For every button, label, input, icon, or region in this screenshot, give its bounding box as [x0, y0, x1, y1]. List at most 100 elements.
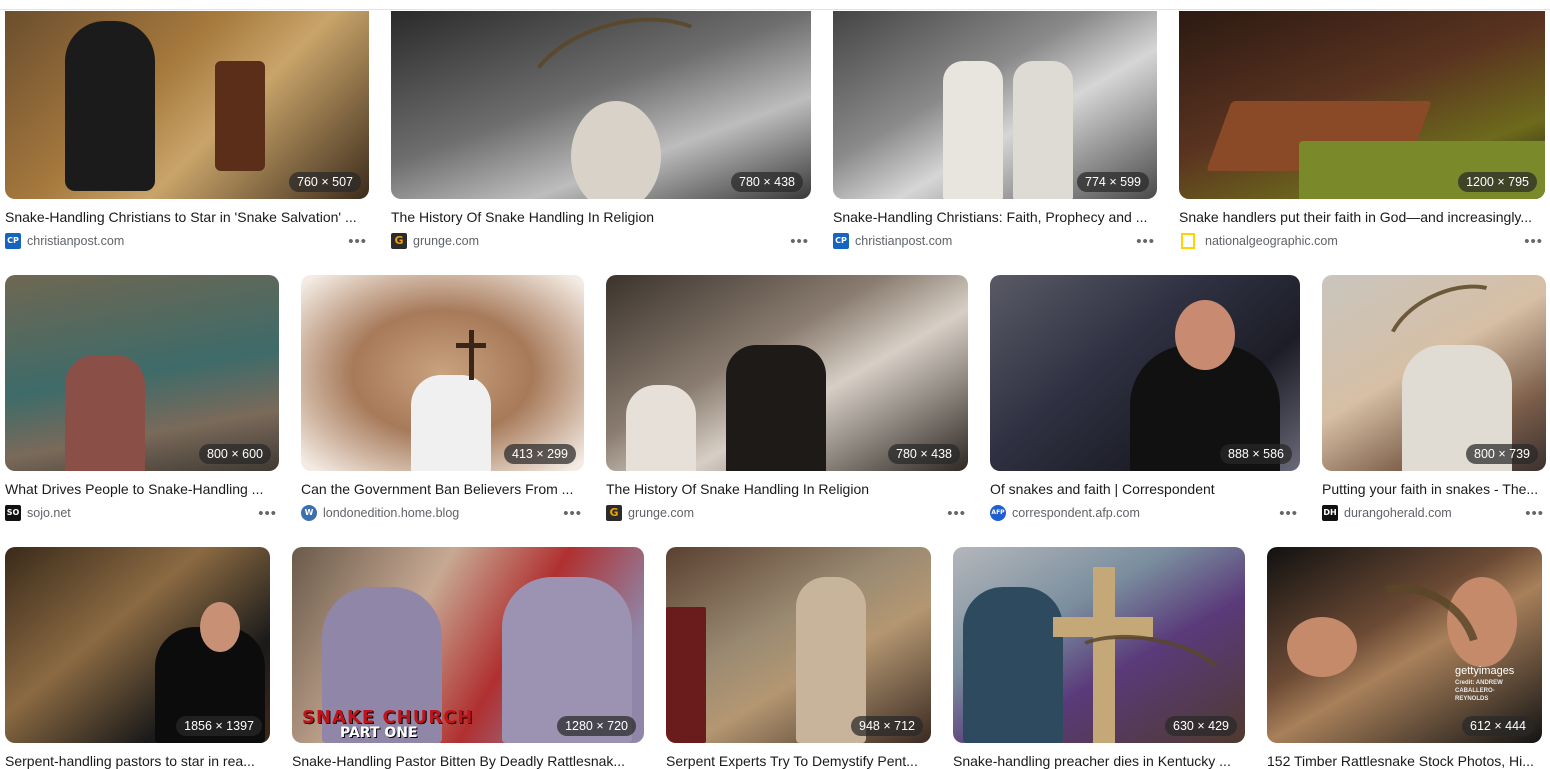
result-title[interactable]: Snake-handling preacher dies in Kentucky…	[953, 753, 1245, 769]
result-thumbnail[interactable]: 800 × 739	[1322, 275, 1546, 471]
result-thumbnail[interactable]: SNAKE CHURCH PART ONE 1280 × 720	[292, 547, 644, 743]
result-source[interactable]: CP christianpost.com	[833, 233, 952, 249]
more-options-icon[interactable]: •••	[563, 506, 582, 521]
image-dimensions: 1856 × 1397	[176, 716, 262, 736]
result-source[interactable]: SO sojo.net	[5, 505, 71, 521]
source-favicon: CP	[5, 233, 21, 249]
result-title[interactable]: The History Of Snake Handling In Religio…	[391, 209, 811, 225]
source-domain: correspondent.afp.com	[1012, 506, 1140, 520]
result-thumbnail[interactable]: 888 × 586	[990, 275, 1300, 471]
result-title[interactable]: Serpent-handling pastors to star in rea.…	[5, 753, 270, 769]
result-card[interactable]: 780 × 438 The History Of Snake Handling …	[606, 275, 968, 523]
result-thumbnail[interactable]: 774 × 599	[833, 11, 1157, 199]
photo-snake	[507, 11, 743, 174]
result-card[interactable]: 774 × 599 Snake-Handling Christians: Fai…	[833, 11, 1157, 251]
photo-figure	[215, 61, 265, 171]
image-dimensions: 780 × 438	[731, 172, 803, 192]
result-card[interactable]: gettyimages Credit: ANDREW CABALLERO-REY…	[1267, 547, 1542, 769]
result-source[interactable]: G grunge.com	[391, 233, 479, 249]
image-dimensions: 888 × 586	[1220, 444, 1292, 464]
result-thumbnail[interactable]: 780 × 438	[391, 11, 811, 199]
photo-face	[1175, 300, 1235, 370]
photo-cross	[1053, 617, 1153, 637]
photo-pulpit	[666, 607, 706, 743]
result-thumbnail[interactable]: 1856 × 1397	[5, 547, 270, 743]
photo-credit-watermark: Credit: ANDREW CABALLERO-REYNOLDS	[1455, 680, 1503, 702]
result-card[interactable]: SNAKE CHURCH PART ONE 1280 × 720 Snake-H…	[292, 547, 644, 769]
result-title[interactable]: Snake-Handling Christians to Star in 'Sn…	[5, 209, 369, 225]
result-card[interactable]: 888 × 586 Of snakes and faith | Correspo…	[990, 275, 1300, 523]
image-dimensions: 780 × 438	[888, 444, 960, 464]
result-title[interactable]: What Drives People to Snake-Handling ...	[5, 481, 279, 497]
more-options-icon[interactable]: •••	[1279, 506, 1298, 521]
result-thumbnail[interactable]: 948 × 712	[666, 547, 931, 743]
result-source[interactable]: G grunge.com	[606, 505, 694, 521]
result-thumbnail[interactable]: gettyimages Credit: ANDREW CABALLERO-REY…	[1267, 547, 1542, 743]
photo-figure	[726, 345, 826, 471]
result-card[interactable]: 800 × 600 What Drives People to Snake-Ha…	[5, 275, 279, 523]
photo-figure	[65, 21, 155, 191]
top-divider	[0, 9, 1550, 10]
source-domain: londonedition.home.blog	[323, 506, 460, 520]
more-options-icon[interactable]: •••	[1525, 506, 1544, 521]
photo-figure	[65, 355, 145, 471]
source-favicon: G	[606, 505, 622, 521]
image-dimensions: 800 × 600	[199, 444, 271, 464]
source-favicon: AFP	[990, 505, 1006, 521]
result-card[interactable]: 948 × 712 Serpent Experts Try To Demysti…	[666, 547, 931, 769]
result-card[interactable]: 1856 × 1397 Serpent-handling pastors to …	[5, 547, 270, 769]
result-source[interactable]: CP christianpost.com	[5, 233, 124, 249]
result-title[interactable]: Putting your faith in snakes - The...	[1322, 481, 1546, 497]
result-thumbnail[interactable]: 413 × 299	[301, 275, 584, 471]
photo-figure	[626, 385, 696, 471]
more-options-icon[interactable]: •••	[1524, 234, 1543, 249]
result-thumbnail[interactable]: 760 × 507	[5, 11, 369, 199]
source-domain: sojo.net	[27, 506, 71, 520]
result-card[interactable]: 800 × 739 Putting your faith in snakes -…	[1322, 275, 1546, 523]
source-favicon: CP	[833, 233, 849, 249]
result-thumbnail[interactable]: 800 × 600	[5, 275, 279, 471]
source-domain: nationalgeographic.com	[1205, 234, 1338, 248]
result-card[interactable]: 413 × 299 Can the Government Ban Believe…	[301, 275, 584, 523]
more-options-icon[interactable]: •••	[258, 506, 277, 521]
result-source[interactable]: DH durangoherald.com	[1322, 505, 1452, 521]
result-source[interactable]: nationalgeographic.com	[1179, 233, 1338, 249]
result-title[interactable]: Can the Government Ban Believers From ..…	[301, 481, 584, 497]
result-thumbnail[interactable]: 1200 × 795	[1179, 11, 1545, 199]
result-title[interactable]: Snake-Handling Christians: Faith, Prophe…	[833, 209, 1157, 225]
photo-cross	[456, 343, 486, 348]
result-title[interactable]: The History Of Snake Handling In Religio…	[606, 481, 968, 497]
result-thumbnail[interactable]: 630 × 429	[953, 547, 1245, 743]
result-card[interactable]: 780 × 438 The History Of Snake Handling …	[391, 11, 811, 251]
result-title[interactable]: 152 Timber Rattlesnake Stock Photos, Hi.…	[1267, 753, 1542, 769]
image-dimensions: 413 × 299	[504, 444, 576, 464]
more-options-icon[interactable]: •••	[947, 506, 966, 521]
result-card[interactable]: 630 × 429 Snake-handling preacher dies i…	[953, 547, 1245, 769]
source-domain: christianpost.com	[27, 234, 125, 248]
image-dimensions: 800 × 739	[1466, 444, 1538, 464]
more-options-icon[interactable]: •••	[1136, 234, 1155, 249]
result-title[interactable]: Snake-Handling Pastor Bitten By Deadly R…	[292, 753, 644, 769]
result-card[interactable]: 1200 × 795 Snake handlers put their fait…	[1179, 11, 1545, 251]
photo-figure	[1013, 61, 1073, 199]
source-domain: christianpost.com	[855, 234, 953, 248]
result-source[interactable]: AFP correspondent.afp.com	[990, 505, 1140, 521]
result-thumbnail[interactable]: 780 × 438	[606, 275, 968, 471]
image-dimensions: 1280 × 720	[557, 716, 636, 736]
image-dimensions: 612 × 444	[1462, 716, 1534, 736]
result-title[interactable]: Of snakes and faith | Correspondent	[990, 481, 1300, 497]
source-favicon: W	[301, 505, 317, 521]
photo-figure	[411, 375, 491, 471]
photo-cross	[469, 330, 474, 380]
more-options-icon[interactable]: •••	[790, 234, 809, 249]
photo-figure	[943, 61, 1003, 199]
result-title[interactable]: Serpent Experts Try To Demystify Pent...	[666, 753, 931, 769]
result-title[interactable]: Snake handlers put their faith in God—an…	[1179, 209, 1545, 225]
image-dimensions: 760 × 507	[289, 172, 361, 192]
photo-figure	[963, 587, 1063, 743]
source-favicon: DH	[1322, 505, 1338, 521]
photo-snake	[1057, 623, 1237, 729]
result-source[interactable]: W londonedition.home.blog	[301, 505, 459, 521]
more-options-icon[interactable]: •••	[348, 234, 367, 249]
result-card[interactable]: 760 × 507 Snake-Handling Christians to S…	[5, 11, 369, 251]
